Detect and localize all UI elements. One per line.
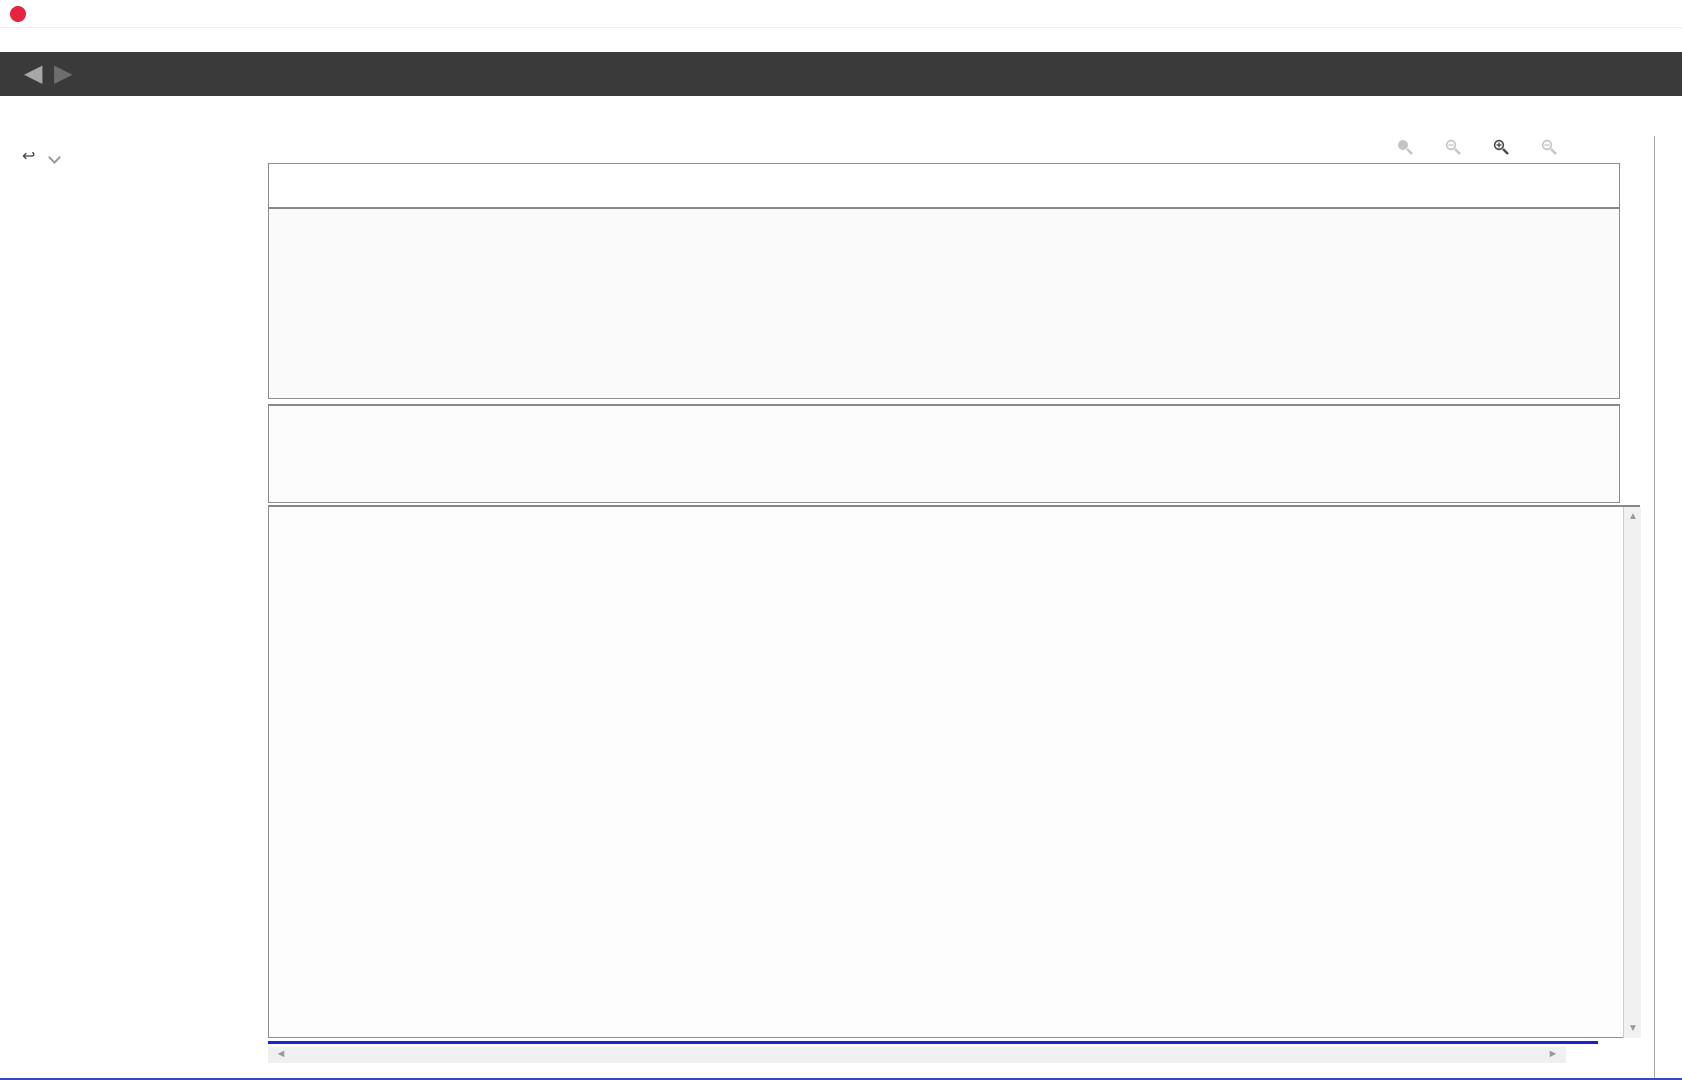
selection-range-line — [268, 1041, 1598, 1044]
wavefront-occupancy-chart[interactable] — [268, 207, 1620, 399]
show-details-strip[interactable] — [1654, 136, 1682, 1080]
view-tabs — [0, 96, 1682, 136]
zoom-toolbar — [1396, 138, 1620, 156]
scroll-left-icon[interactable]: ◄ — [272, 1048, 290, 1060]
zoom-reset-icon[interactable] — [1444, 138, 1462, 156]
views-chevron-icon[interactable] — [50, 150, 60, 164]
maximize-button[interactable] — [1594, 0, 1638, 28]
nav-bar: ◀ ▶ — [0, 52, 1682, 96]
zoom-in-icon[interactable] — [1492, 138, 1510, 156]
minimize-button[interactable] — [1550, 0, 1594, 28]
zoom-out-icon[interactable] — [1540, 138, 1558, 156]
zoom-to-selection-icon[interactable] — [1396, 138, 1414, 156]
event-timeline-panel[interactable]: ▲ ▼ — [268, 505, 1640, 1038]
menu-help[interactable] — [38, 31, 50, 35]
hide-legend-strip[interactable] — [0, 138, 18, 358]
horizontal-scrollbar[interactable]: ◄ ► — [268, 1047, 1566, 1063]
scroll-right-icon[interactable]: ► — [1544, 1048, 1562, 1060]
time-ruler[interactable] — [268, 163, 1620, 207]
event-vertical-scrollbar[interactable]: ▲ ▼ — [1623, 507, 1641, 1038]
legend-sidebar: ↩ — [18, 136, 266, 1080]
forward-arrow-icon[interactable]: ▶ — [54, 60, 72, 88]
menu-file[interactable] — [4, 31, 16, 35]
menu-bar — [0, 28, 1682, 52]
cache-counters-chart[interactable] — [268, 404, 1620, 503]
scroll-down-icon[interactable]: ▼ — [1624, 1023, 1642, 1034]
close-button[interactable] — [1638, 0, 1682, 28]
undo-icon[interactable]: ↩ — [22, 146, 35, 166]
scroll-up-icon[interactable]: ▲ — [1624, 511, 1642, 522]
main-content: ▲ ▼ — [268, 136, 1654, 1080]
app-logo-icon — [10, 6, 26, 22]
back-arrow-icon[interactable]: ◀ — [24, 60, 42, 88]
title-bar — [0, 0, 1682, 28]
